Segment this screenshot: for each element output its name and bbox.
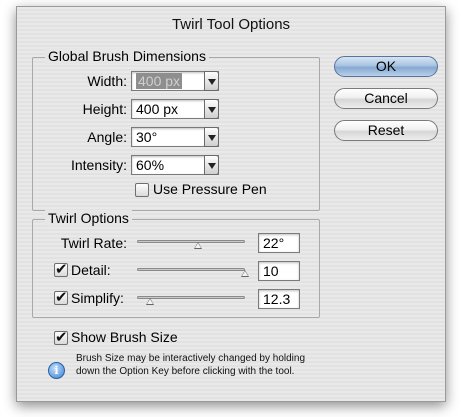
reset-button[interactable]: Reset	[334, 120, 438, 141]
brush-size-hint: Brush Size may be interactively changed …	[76, 352, 376, 378]
detail-label: Detail:	[71, 262, 111, 278]
simplify-label: Simplify:	[71, 290, 124, 306]
cancel-button[interactable]: Cancel	[334, 88, 438, 109]
angle-label: Angle:	[87, 129, 127, 145]
detail-slider-track[interactable]	[137, 268, 245, 271]
hint-line-1: Brush Size may be interactively changed …	[76, 353, 306, 364]
simplify-input[interactable]: 12.3	[258, 289, 300, 309]
info-icon: i	[48, 362, 65, 379]
detail-checkbox[interactable]	[54, 260, 68, 278]
hint-line-2: down the Option Key before clicking with…	[76, 366, 295, 377]
ok-button[interactable]: OK	[334, 56, 438, 77]
twirl-options-label: Twirl Options	[45, 210, 132, 226]
simplify-slider-thumb[interactable]	[146, 298, 154, 305]
height-dropdown-arrow-icon[interactable]	[204, 99, 219, 119]
simplify-checkbox[interactable]	[54, 288, 68, 306]
angle-value: 30°	[136, 129, 158, 145]
use-pressure-pen-checkbox[interactable]	[135, 183, 149, 197]
dialog-title: Twirl Tool Options	[171, 16, 291, 33]
show-brush-size-checkbox[interactable]	[54, 328, 68, 346]
twirl-rate-slider-thumb[interactable]	[194, 242, 202, 249]
twirl-tool-options-dialog: Twirl Tool Options Global Brush Dimensio…	[16, 6, 446, 402]
width-value: 400 px	[136, 73, 183, 89]
use-pressure-pen-label: Use Pressure Pen	[153, 181, 267, 197]
twirl-rate-slider-track[interactable]	[137, 240, 245, 243]
height-value: 400 px	[136, 101, 179, 117]
angle-combo[interactable]: 30°	[131, 127, 219, 147]
show-brush-size-label: Show Brush Size	[71, 329, 178, 345]
global-brush-dimensions-label: Global Brush Dimensions	[45, 48, 209, 64]
angle-dropdown-arrow-icon[interactable]	[204, 127, 219, 147]
width-combo[interactable]: 400 px	[131, 71, 219, 91]
detail-input[interactable]: 10	[258, 261, 300, 281]
height-combo[interactable]: 400 px	[131, 99, 219, 119]
width-label: Width:	[87, 73, 127, 89]
intensity-label: Intensity:	[70, 157, 127, 173]
twirl-rate-input[interactable]: 22°	[258, 233, 300, 253]
intensity-value: 60%	[136, 157, 165, 173]
twirl-rate-label: Twirl Rate:	[60, 235, 127, 251]
intensity-dropdown-arrow-icon[interactable]	[204, 155, 219, 175]
width-dropdown-arrow-icon[interactable]	[204, 71, 219, 91]
detail-slider-thumb[interactable]	[241, 270, 249, 277]
height-label: Height:	[82, 101, 127, 117]
intensity-combo[interactable]: 60%	[131, 155, 219, 175]
